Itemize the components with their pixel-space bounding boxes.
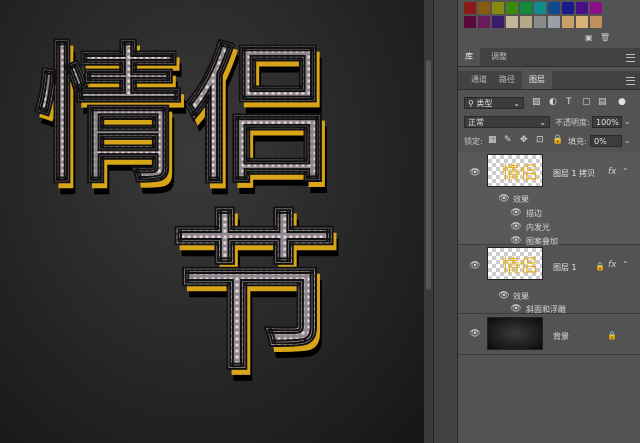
lock-icon: 🔒 [595, 262, 605, 271]
canvas-vertical-scrollbar[interactable] [424, 0, 433, 443]
lock-artboard-icon[interactable]: ⊡ [536, 134, 544, 146]
filter-toggle-icon[interactable]: ● [618, 96, 626, 108]
color-swatch[interactable] [576, 16, 588, 28]
color-swatch[interactable] [478, 16, 490, 28]
blend-mode-value: 正常 [468, 118, 484, 127]
lock-label: 锁定: [464, 137, 483, 146]
lock-image-pixels-icon[interactable]: ✎ [504, 134, 512, 146]
filter-kind-value: 类型 [476, 99, 493, 108]
filter-row: ⚲ 类型 ⌄ ▨ ◐ T ▢ ▤ ● [458, 96, 640, 110]
color-swatch[interactable] [478, 2, 490, 14]
layers-tab-bar: 通道 路径 图层 [458, 71, 640, 90]
fill-label: 填充: [568, 137, 587, 146]
tab-paths[interactable]: 路径 [492, 71, 522, 89]
color-swatch[interactable] [562, 16, 574, 28]
shape-filter-icon[interactable]: ▢ [582, 96, 591, 108]
swatches-grid [464, 0, 636, 30]
color-swatch[interactable] [576, 2, 588, 14]
scrollbar-thumb[interactable] [426, 60, 431, 290]
thumbnail-art: 情侣 [502, 256, 538, 277]
color-swatch[interactable] [520, 16, 532, 28]
thumbnail-art: 情侣 [502, 163, 538, 184]
color-swatch[interactable] [492, 2, 504, 14]
effect-visibility-eye-icon[interactable]: 👁 [510, 209, 522, 218]
document-canvas[interactable]: 情侣 节 情侣 节 情侣 节 [0, 0, 424, 443]
search-icon: ⚲ [468, 99, 474, 108]
lock-icon: 🔒 [607, 331, 617, 340]
artwork-text-2: 节 [169, 194, 339, 394]
panel-tab-bar: 库 调整 [458, 48, 640, 67]
color-swatch[interactable] [464, 16, 476, 28]
effect-visibility-eye-icon[interactable]: 👁 [510, 305, 522, 314]
filter-kind-select[interactable]: ⚲ 类型 ⌄ [464, 97, 524, 109]
blend-mode-select[interactable]: 正常 ⌄ [464, 116, 550, 128]
opacity-input[interactable]: 100% [592, 116, 622, 128]
effects-label: 效果 [513, 195, 529, 204]
tab-libraries[interactable]: 库 [458, 48, 480, 66]
lock-position-icon[interactable]: ✥ [520, 134, 528, 146]
visibility-eye-icon[interactable]: 👁 [469, 330, 481, 339]
delete-swatch-icon[interactable]: 🗑 [600, 33, 610, 42]
artwork: 情侣 节 情侣 节 情侣 节 [33, 27, 345, 406]
artwork-text-1: 情侣 [34, 28, 334, 204]
fill-input[interactable]: 0% [590, 135, 622, 147]
fx-icon[interactable]: fx [608, 167, 617, 177]
tab-adjustments[interactable]: 调整 [484, 48, 514, 66]
fill-dropdown-icon[interactable]: ⌄ [624, 136, 631, 145]
pixel-filter-icon[interactable]: ▨ [532, 96, 541, 108]
effect-inner-glow[interactable]: 内发光 [526, 222, 550, 233]
layer-row-1[interactable]: 👁 情侣 图层 1 🔒 fx ⌃ 👁 效果 👁 斜面和浮雕 [458, 245, 640, 314]
smart-object-filter-icon[interactable]: ▤ [598, 96, 607, 108]
color-swatch[interactable] [520, 2, 532, 14]
color-swatch[interactable] [534, 16, 546, 28]
expand-effects-icon[interactable]: ⌃ [622, 260, 629, 269]
layer-thumbnail [487, 317, 543, 350]
visibility-eye-icon[interactable]: 👁 [469, 169, 481, 178]
fx-icon[interactable]: fx [608, 260, 617, 270]
opacity-dropdown-icon[interactable]: ⌄ [624, 117, 631, 126]
layers-menu-icon[interactable] [626, 77, 635, 85]
chevron-down-icon: ⌄ [513, 99, 520, 108]
color-swatch[interactable] [492, 16, 504, 28]
lock-all-icon[interactable]: 🔒 [552, 134, 563, 146]
opacity-label: 不透明度: [555, 118, 590, 127]
effects-label: 效果 [513, 292, 529, 301]
adjustment-filter-icon[interactable]: ◐ [549, 96, 557, 108]
layer-thumbnail: 情侣 [487, 154, 543, 187]
layer-name[interactable]: 图层 1 [553, 262, 577, 273]
effects-visibility-eye-icon[interactable]: 👁 [498, 292, 510, 301]
layer-name[interactable]: 背景 [553, 331, 569, 342]
lock-transparent-pixels-icon[interactable]: ▦ [488, 134, 497, 146]
chevron-down-icon: ⌄ [539, 118, 546, 127]
layer-row-copy[interactable]: 👁 情侣 图层 1 拷贝 fx ⌃ 👁 效果 👁 描边 👁 内发光 👁 图案叠加 [458, 152, 640, 246]
panel-menu-icon[interactable] [626, 54, 635, 62]
color-swatch[interactable] [464, 2, 476, 14]
panel-dock-gap [433, 0, 458, 443]
blend-row: 正常 ⌄ 不透明度: 100% ⌄ [458, 115, 640, 129]
color-swatch[interactable] [590, 16, 602, 28]
visibility-eye-icon[interactable]: 👁 [469, 262, 481, 271]
effect-visibility-eye-icon[interactable]: 👁 [510, 223, 522, 232]
color-swatch[interactable] [548, 16, 560, 28]
expand-effects-icon[interactable]: ⌃ [622, 167, 629, 176]
new-swatch-icon[interactable]: ▣ [585, 33, 593, 42]
layer-thumbnail: 情侣 [487, 247, 543, 280]
layer-name[interactable]: 图层 1 拷贝 [553, 168, 595, 179]
type-filter-icon[interactable]: T [566, 96, 572, 108]
color-swatch[interactable] [590, 2, 602, 14]
color-swatch[interactable] [562, 2, 574, 14]
tab-layers[interactable]: 图层 [522, 71, 552, 89]
lock-row: 锁定: ▦ ✎ ✥ ⊡ 🔒 填充: 0% ⌄ [458, 134, 640, 148]
color-swatch[interactable] [506, 2, 518, 14]
effects-visibility-eye-icon[interactable]: 👁 [498, 195, 510, 204]
color-swatch[interactable] [506, 16, 518, 28]
layer-row-background[interactable]: 👁 背景 🔒 [458, 314, 640, 355]
color-swatch[interactable] [548, 2, 560, 14]
tab-channels[interactable]: 通道 [464, 71, 494, 89]
right-panel: ▣ 🗑 库 调整 通道 路径 图层 ⚲ 类型 ⌄ ▨ ◐ T ▢ ▤ ● 正常 … [457, 0, 640, 443]
effect-visibility-eye-icon[interactable]: 👁 [510, 237, 522, 246]
effect-stroke[interactable]: 描边 [526, 208, 542, 219]
color-swatch[interactable] [534, 2, 546, 14]
